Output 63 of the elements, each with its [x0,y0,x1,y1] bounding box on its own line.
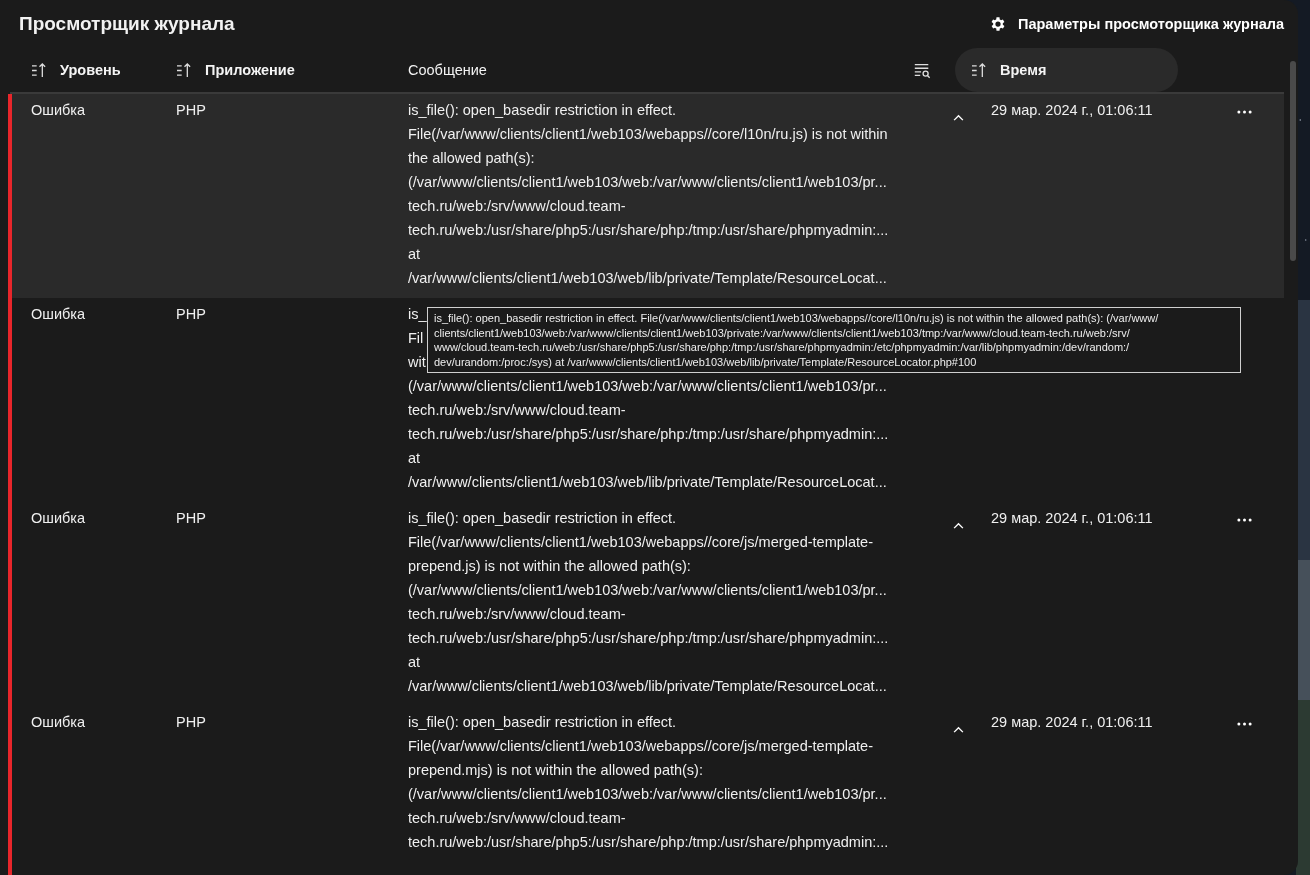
message-line: File(/var/www/clients/client1/web103/webapps//core/js/merged-template- [408,737,873,756]
message-line: tech.ru/web:/srv/www/cloud.team- [408,197,626,216]
level-text: Ошибка [30,713,87,731]
message-line: tech.ru/web:/usr/share/php5:/usr/share/php:/tmp:/usr/share/phpmyadmin:... [408,629,889,648]
sort-icon [971,62,988,78]
column-header[interactable]: Время [955,48,1178,92]
message-line: prepend.mjs) is not within the allowed path(s): [408,761,703,780]
message-line: (/var/www/clients/client1/web103/web:/var/www/clients/client1/web103/pr... [408,581,887,600]
sort-icon [176,62,193,78]
more-icon [1237,722,1252,726]
message-line: tech.ru/web:/usr/share/php5:/usr/share/php:/tmp:/usr/share/phpmyadmin:... [408,833,889,852]
level-text: Ошибка [30,305,87,323]
filter-search-icon[interactable] [913,61,931,79]
app-text: PHP [176,305,207,323]
settings-icon [989,15,1007,33]
column-header[interactable]: Приложение [155,48,387,92]
tooltip-line: dev/urandom:/proc:/sys) at /var/www/clients/client1/web103/web/lib/private/Template/ResourceLocator.php#100 [434,354,978,369]
message-line: tech.ru/web:/usr/share/php5:/usr/share/php:/tmp:/usr/share/phpmyadmin:... [408,425,889,444]
message-line: File(/var/www/clients/client1/web103/webapps//core/js/merged-template- [408,533,873,552]
column-header[interactable]: Сообщение [387,48,907,92]
app-text: PHP [176,509,207,527]
message-line: File(/var/www/clients/client1/web103/webapps//core/l10n/ru.js) is not within [408,125,888,144]
more-icon [1237,518,1252,522]
chevron-up-icon[interactable] [952,114,964,121]
message-line: tech.ru/web:/srv/www/cloud.team- [408,809,626,828]
message-line: (/var/www/clients/client1/web103/web:/var/www/clients/client1/web103/pr... [408,173,887,192]
tooltip-line: clients/client1/web103/web:/var/www/clients/client1/web103/private:/var/www/clients/client1/web103/tmp:/var/www/cloud.team-tech.ru/web:/srv/ [434,325,1131,340]
window-title: Просмотрщик журнала [19,13,235,35]
app-text: PHP [176,713,207,731]
message-line: (/var/www/clients/client1/web103/web:/var/www/clients/client1/web103/pr... [408,785,887,804]
message-line: /var/www/clients/client1/web103/web/lib/private/Template/ResourceLocat... [408,473,887,492]
message-line: Fil [408,329,424,348]
level-text: Ошибка [30,509,87,527]
time-text: 29 мар. 2024 г., 01:06:11 [990,509,1154,527]
chevron-up-icon[interactable] [952,522,964,529]
message-line: is_file(): open_basedir restriction in effect. [408,509,677,528]
selected-log-row[interactable] [8,94,1284,298]
message-line: tech.ru/web:/usr/share/php5:/usr/share/php:/tmp:/usr/share/phpmyadmin:... [408,221,889,240]
message-line: is_file(): open_basedir restriction in effect. [408,101,677,120]
message-line: is_file(): open_basedir restriction in effect. [408,713,677,732]
app-text: PHP [176,101,207,119]
message-line: tech.ru/web:/srv/www/cloud.team- [408,605,626,624]
more-icon [1237,110,1252,114]
message-line: at [408,449,421,468]
message-line: wit [408,353,426,372]
message-line: /var/www/clients/client1/web103/web/lib/private/Template/ResourceLocat... [408,269,887,288]
message-line: at [408,653,421,672]
message-line: prepend.js) is not within the allowed path(s): [408,557,691,576]
message-line: the allowed path(s): [408,149,535,168]
level-text: Ошибка [30,101,87,119]
sort-icon [31,62,48,78]
tooltip-line: www/cloud.team-tech.ru/web:/usr/share/php5:/usr/share/php:/tmp:/usr/share/phpmyadmin:/etc/phpmyadmin:/var/lib/phpmyadmin:/dev/random:/ [434,340,1131,355]
tooltip-line: is_file(): open_basedir restriction in effect. File(/var/www/clients/client1/web103/webapps//core/l10n/ru.js) is not within the allowed path(s): (/var/www/ [434,311,1160,326]
time-text: 29 мар. 2024 г., 01:06:11 [990,713,1154,731]
message-line: tech.ru/web:/srv/www/cloud.team- [408,401,626,420]
message-line: /var/www/clients/client1/web103/web/lib/private/Template/ResourceLocat... [408,677,887,696]
column-header[interactable]: Уровень [10,48,155,92]
settings-button[interactable]: Параметры просмоторщика журнала [989,15,1284,33]
chevron-up-icon[interactable] [952,726,964,733]
message-line: at [408,245,421,264]
message-line: (/var/www/clients/client1/web103/web:/var/www/clients/client1/web103/pr... [408,377,887,396]
message-line: is_ [408,305,427,324]
time-text: 29 мар. 2024 г., 01:06:11 [990,101,1154,119]
